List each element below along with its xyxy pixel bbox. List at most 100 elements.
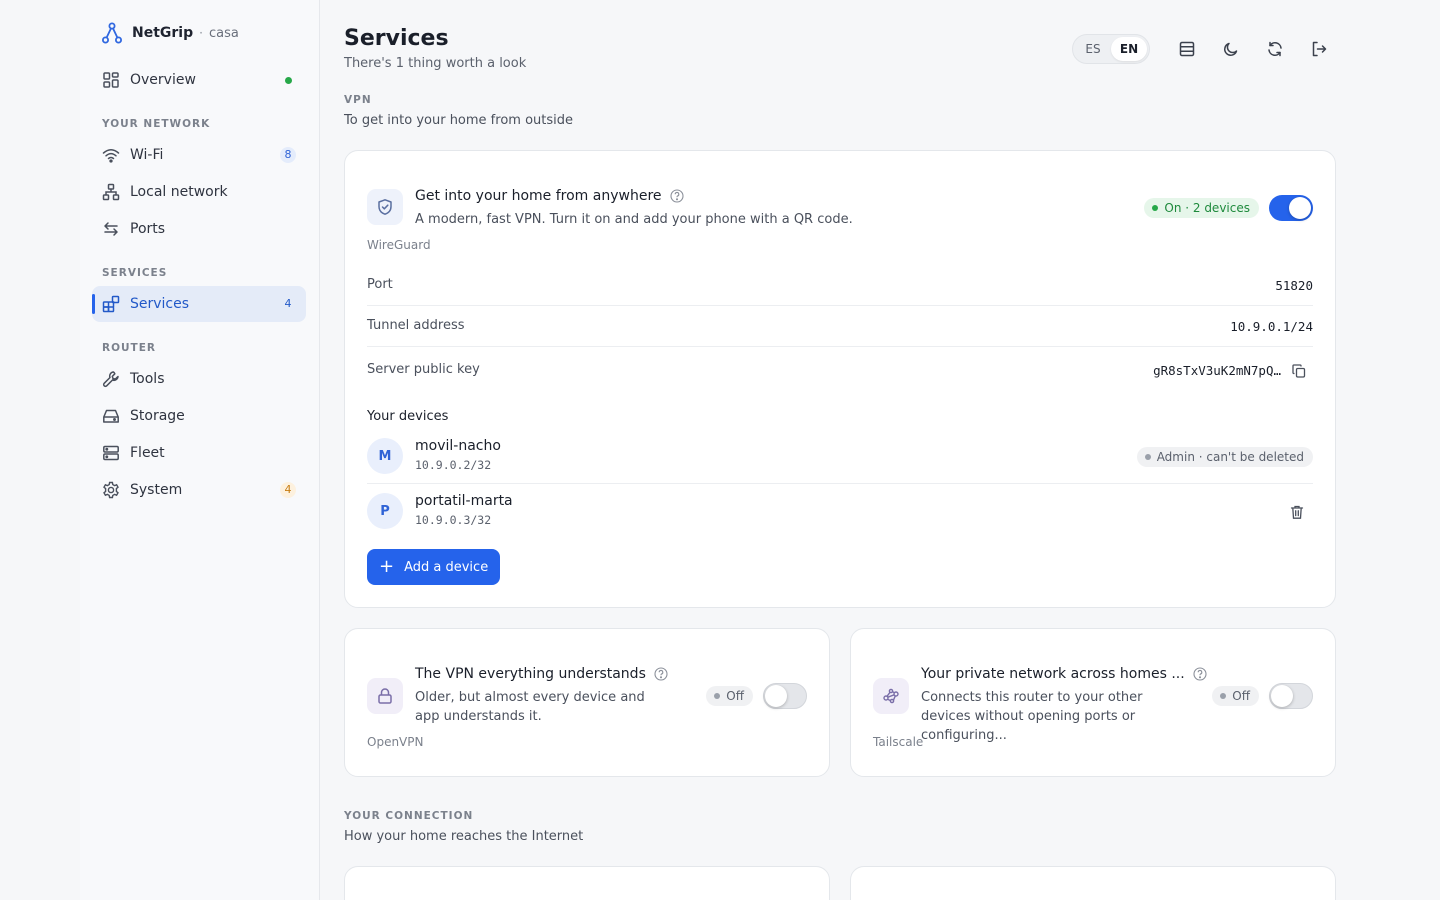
tailscale-toggle[interactable] [1269, 683, 1313, 709]
tailscale-card: Your private network across homes ... Co… [850, 628, 1336, 777]
delete-device-button[interactable] [1289, 504, 1305, 520]
sidebar-item-label: Tools [130, 371, 165, 387]
wireguard-status-badge: On · 2 devices [1144, 198, 1259, 218]
copy-icon[interactable] [1291, 363, 1307, 379]
sidebar-item-label: System [130, 482, 183, 498]
list-layout-icon [1179, 41, 1195, 57]
brand[interactable]: NetGrip · casa [102, 22, 239, 44]
connection-section-label: YOUR CONNECTION [344, 810, 474, 822]
nav-section-router: ROUTER [102, 342, 156, 354]
toggle-knob [1271, 685, 1293, 707]
tunnel-address-row: Tunnel address 10.9.0.1/24 [367, 306, 1313, 347]
device-ip: 10.9.0.3/32 [415, 513, 492, 527]
openvpn-status-badge: Off [706, 686, 753, 706]
wireguard-tech-label: WireGuard [367, 238, 431, 252]
wifi-count-badge: 8 [280, 147, 296, 163]
tailscale-tech-label: Tailscale [873, 735, 924, 749]
left-gutter [0, 0, 80, 900]
openvpn-tech-label: OpenVPN [367, 735, 424, 749]
sidebar-item-storage[interactable]: Storage [92, 398, 306, 434]
wifi-icon [102, 146, 120, 164]
sidebar-item-tools[interactable]: Tools [92, 361, 306, 397]
add-device-label: Add a device [404, 559, 489, 575]
services-count-badge: 4 [284, 297, 292, 310]
public-key-row: Server public key gR8sTxV3uK2mN7pQ… [367, 347, 1313, 395]
nav-section-your-network: YOUR NETWORK [102, 118, 211, 130]
tunnel-address-label: Tunnel address [367, 318, 465, 333]
sidebar-item-label: Ports [130, 221, 166, 237]
wireguard-title: Get into your home from anywhere [415, 188, 684, 204]
refresh-button[interactable] [1258, 34, 1292, 64]
brand-name: NetGrip [132, 25, 194, 41]
sidebar-item-label: Overview [130, 72, 196, 88]
moon-icon [1224, 42, 1238, 56]
page-title: Services [344, 26, 449, 51]
status-dot [1144, 454, 1151, 460]
logout-icon [1312, 41, 1327, 57]
help-icon[interactable] [669, 189, 684, 203]
device-row: P portatil-marta 10.9.0.3/32 [367, 485, 1313, 539]
sidebar-item-label: Wi-Fi [130, 147, 164, 163]
sidebar: NetGrip · casa Overview YOUR NETWORK Wi-… [80, 0, 320, 900]
language-en-button[interactable]: EN [1111, 37, 1147, 61]
storage-icon [102, 407, 120, 425]
plus-icon: + [379, 556, 395, 577]
vpn-section-label: VPN [344, 94, 372, 106]
layout-toggle-button[interactable] [1170, 34, 1204, 64]
trash-icon [1290, 505, 1304, 519]
sidebar-item-ports[interactable]: Ports [92, 211, 306, 247]
openvpn-toggle[interactable] [763, 683, 807, 709]
device-name: movil-nacho [415, 438, 501, 454]
toggle-knob [765, 685, 787, 707]
sidebar-item-label: Services [130, 296, 190, 312]
language-switch: ES EN [1072, 34, 1150, 64]
openvpn-card: The VPN everything understands Older, bu… [344, 628, 830, 777]
language-es-button[interactable]: ES [1075, 37, 1111, 61]
connection-card [850, 866, 1336, 900]
help-icon[interactable] [1193, 667, 1207, 681]
lock-icon [367, 678, 403, 714]
status-dot [714, 693, 721, 699]
page-subtitle: There's 1 thing worth a look [344, 56, 527, 71]
online-status-dot [285, 77, 292, 84]
openvpn-status-text: Off [726, 689, 744, 703]
mesh-network-icon [873, 678, 909, 714]
sidebar-item-overview[interactable]: Overview [92, 62, 306, 98]
connection-card [344, 866, 830, 900]
avatar: M [367, 438, 403, 474]
openvpn-title: The VPN everything understands [415, 666, 668, 682]
add-device-button[interactable]: + Add a device [367, 549, 501, 585]
tailscale-title: Your private network across homes ... [921, 666, 1207, 682]
sidebar-item-services[interactable]: Services 4 [92, 286, 306, 322]
theme-toggle-button[interactable] [1214, 34, 1248, 64]
port-label: Port [367, 277, 393, 292]
public-key-label: Server public key [367, 362, 480, 377]
sidebar-item-label: Fleet [130, 445, 165, 461]
server-icon [102, 444, 120, 462]
sidebar-item-fleet[interactable]: Fleet [92, 435, 306, 471]
brand-host: casa [208, 25, 239, 41]
sidebar-item-label: Local network [130, 184, 228, 200]
your-devices-title: Your devices [367, 409, 449, 424]
port-value: 51820 [1275, 278, 1313, 293]
status-dot [1152, 205, 1159, 211]
tunnel-address-value: 10.9.0.1/24 [1230, 319, 1313, 334]
admin-badge: Admin · can't be deleted [1136, 447, 1313, 467]
sidebar-item-wifi[interactable]: Wi-Fi 8 [92, 137, 306, 173]
logout-button[interactable] [1302, 34, 1336, 64]
help-icon[interactable] [654, 667, 668, 681]
avatar: P [367, 493, 403, 529]
system-alert-badge: 4 [280, 482, 296, 498]
wireguard-title-text: Get into your home from anywhere [415, 188, 662, 204]
device-row: M movil-nacho 10.9.0.2/32 Admin · can't … [367, 430, 1313, 484]
sidebar-item-system[interactable]: System 4 [92, 472, 306, 508]
ports-icon [102, 220, 120, 238]
sidebar-item-local-network[interactable]: Local network [92, 174, 306, 210]
tailscale-status-badge: Off [1212, 686, 1259, 706]
tailscale-status-text: Off [1232, 689, 1250, 703]
main-content: Services There's 1 thing worth a look ES… [320, 0, 1440, 900]
toggle-knob [1289, 197, 1311, 219]
wireguard-toggle[interactable] [1269, 195, 1313, 221]
openvpn-description: Older, but almost every device and app u… [415, 690, 645, 724]
refresh-icon [1268, 41, 1282, 57]
